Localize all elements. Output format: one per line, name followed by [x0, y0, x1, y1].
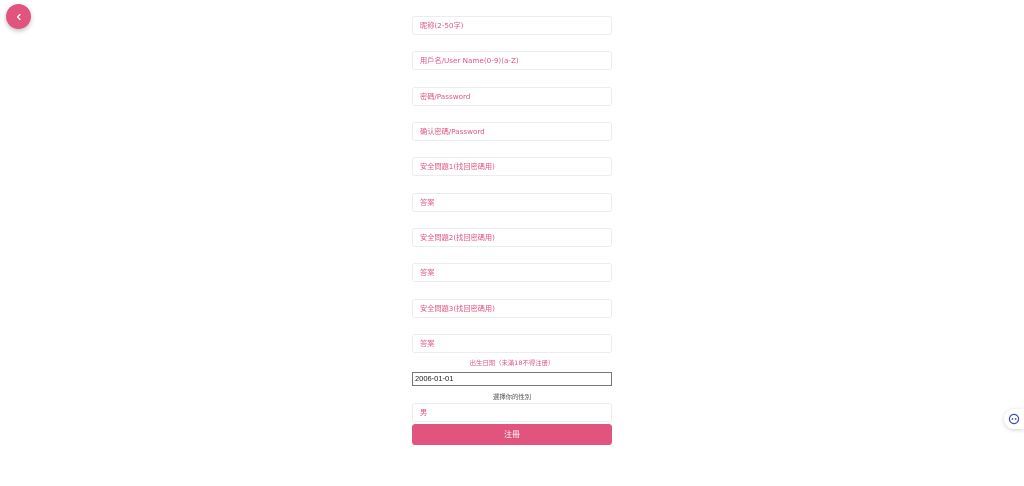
confirm-password-input[interactable]: 确认密碼/Password: [412, 122, 612, 141]
assistant-button[interactable]: [1004, 409, 1024, 429]
answer-2-input[interactable]: 答案: [412, 263, 612, 282]
gender-label: 選擇你的性別: [492, 393, 532, 401]
birth-date-input[interactable]: 2006-01-01: [412, 372, 612, 386]
birth-date-label: 出生日期（未滿18不得注册）: [469, 359, 555, 367]
nickname-input[interactable]: 昵称(2-50字): [412, 16, 612, 35]
security-question-1-input[interactable]: 安全問題1(找回密碼用): [412, 157, 612, 176]
gender-select[interactable]: 男: [412, 403, 612, 422]
username-input[interactable]: 用戶名/User Name(0-9)(a-Z): [412, 51, 612, 70]
robot-face-icon: [1008, 410, 1020, 429]
answer-1-input[interactable]: 答案: [412, 193, 612, 212]
password-input[interactable]: 密碼/Password: [412, 87, 612, 106]
chevron-left-icon: [15, 13, 23, 21]
answer-3-input[interactable]: 答案: [412, 334, 612, 353]
register-page: 昵称(2-50字) 用戶名/User Name(0-9)(a-Z) 密碼/Pas…: [0, 0, 1024, 486]
security-question-3-input[interactable]: 安全問題3(找回密碼用): [412, 299, 612, 318]
register-button[interactable]: 注冊: [412, 424, 612, 445]
security-question-2-input[interactable]: 安全問題2(找回密碼用): [412, 228, 612, 247]
back-button[interactable]: [6, 4, 31, 29]
